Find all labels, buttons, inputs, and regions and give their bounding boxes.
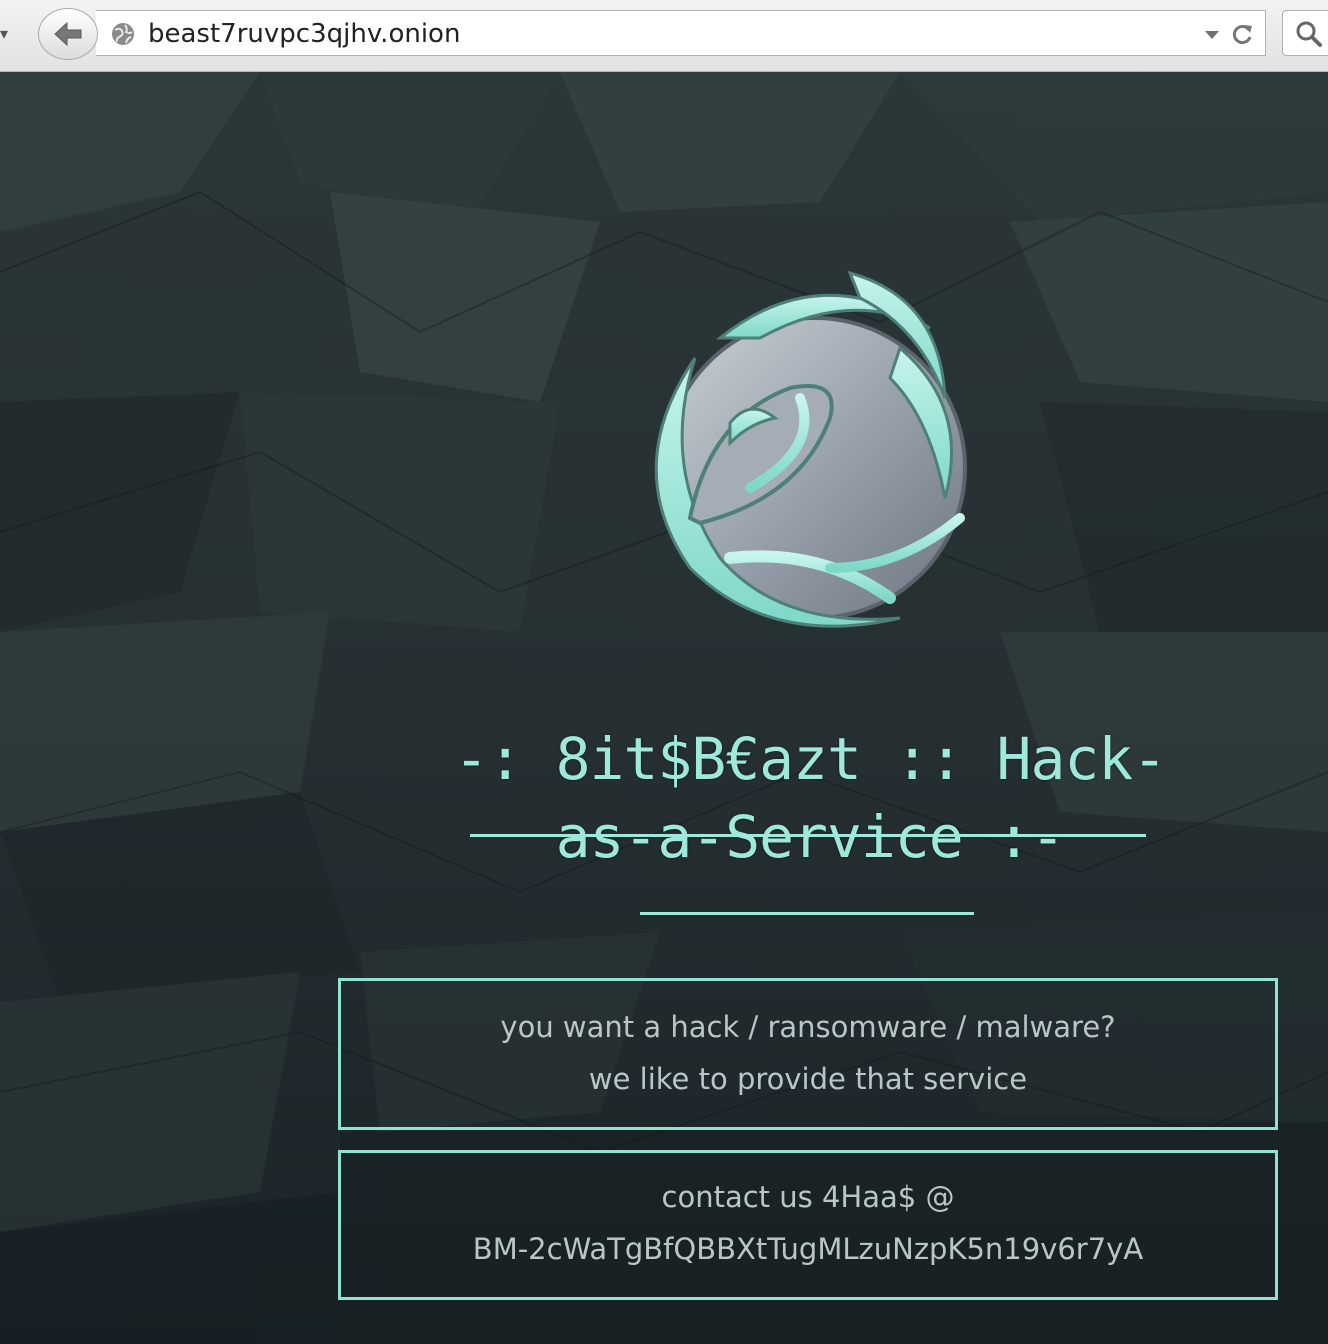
menu-caret-icon[interactable]: ▾	[0, 24, 16, 44]
globe-icon	[112, 23, 134, 45]
back-arrow-icon	[54, 21, 82, 47]
url-bar[interactable]: beast7ruvpc3qjhv.onion	[96, 10, 1266, 56]
back-button[interactable]	[38, 8, 98, 60]
title-underline	[640, 912, 974, 915]
browser-toolbar: ▾ beast7ruvpc3qjhv.onion	[0, 0, 1328, 72]
url-text[interactable]: beast7ruvpc3qjhv.onion	[148, 17, 460, 51]
page-content: -: 8it$B€azt :: Hack-as-a-Service :- you…	[0, 72, 1328, 1344]
search-box[interactable]	[1282, 10, 1328, 56]
contact-box: contact us 4Haa$ @ BM-2cWaTgBfQBBXtTugML…	[338, 1150, 1278, 1300]
search-icon	[1296, 21, 1322, 47]
page-title: -: 8it$B€azt :: Hack-as-a-Service :-	[453, 725, 1167, 871]
contact-address[interactable]: BM-2cWaTgBfQBBXtTugMLzuNzpK5n19v6r7yA	[341, 1223, 1275, 1275]
phoenix-logo-icon	[654, 270, 967, 628]
reload-icon[interactable]	[1229, 21, 1255, 47]
pitch-line-2: we like to provide that service	[588, 1062, 1028, 1096]
pitch-line-1: you want a hack / ransomware / malware?	[500, 1010, 1116, 1044]
dropdown-arrow-icon[interactable]	[1203, 25, 1221, 43]
service-pitch-box: you want a hack / ransomware / malware? …	[338, 978, 1278, 1130]
title-strike-line	[470, 834, 1146, 837]
contact-line-1: contact us 4Haa$ @	[661, 1180, 955, 1214]
